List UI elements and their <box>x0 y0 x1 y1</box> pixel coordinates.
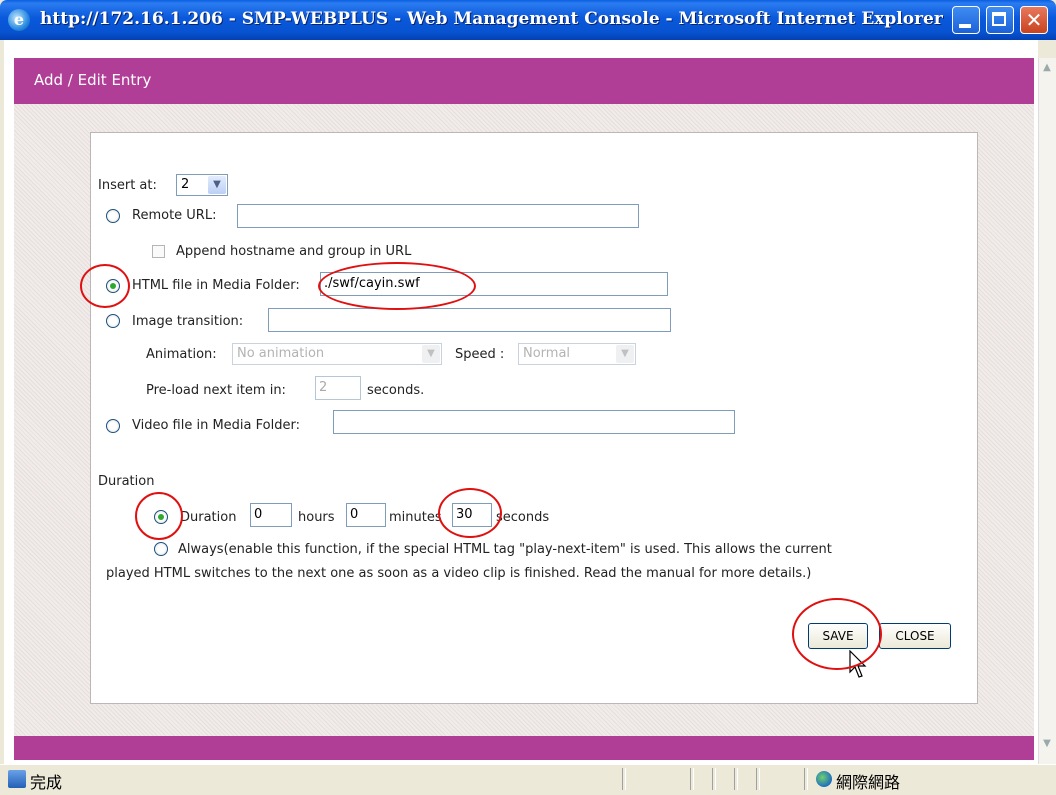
chevron-down-icon: ▼ <box>208 176 226 194</box>
status-separator <box>756 768 760 790</box>
preload-label: Pre-load next item in: <box>146 383 286 398</box>
image-transition-label: Image transition: <box>132 314 244 329</box>
window-title: http://172.16.1.206 - SMP-WEBPLUS - Web … <box>40 9 943 29</box>
insert-at-label: Insert at: <box>98 178 157 193</box>
minimize-button[interactable] <box>952 6 980 34</box>
status-text: 完成 <box>30 773 63 792</box>
video-file-radio[interactable] <box>106 419 120 433</box>
dialog-title: Add / Edit Entry <box>34 71 152 89</box>
preload-unit-label: seconds. <box>367 383 425 398</box>
scroll-down-arrow-icon[interactable]: ▼ <box>1040 738 1054 752</box>
insert-at-select[interactable]: 2 ▼ <box>176 174 228 196</box>
seconds-label: seconds <box>496 510 550 525</box>
duration-section-label: Duration <box>98 474 155 489</box>
minimize-icon <box>959 24 971 28</box>
status-separator <box>712 768 716 790</box>
preload-input[interactable]: 2 <box>315 376 361 400</box>
page-done-icon <box>8 770 26 788</box>
dialog-footer <box>14 736 1034 760</box>
speed-select[interactable]: Normal ▼ <box>518 343 636 365</box>
insert-at-value: 2 <box>181 177 190 192</box>
append-hostname-label: Append hostname and group in URL <box>176 244 412 259</box>
annotation-circle-save <box>792 598 882 670</box>
image-transition-radio[interactable] <box>106 314 120 328</box>
image-transition-input[interactable] <box>268 308 671 332</box>
internet-zone-icon <box>816 771 832 787</box>
speed-label: Speed : <box>455 347 505 362</box>
dialog-header <box>14 58 1034 104</box>
speed-value: Normal <box>523 346 571 361</box>
close-button[interactable]: CLOSE <box>879 623 951 649</box>
animation-label: Animation: <box>146 347 217 362</box>
scroll-up-arrow-icon[interactable]: ▲ <box>1040 62 1054 76</box>
status-separator <box>690 768 694 790</box>
video-file-input[interactable] <box>333 410 735 434</box>
animation-value: No animation <box>237 346 325 361</box>
annotation-circle-html-file <box>318 262 476 310</box>
status-separator <box>622 768 626 790</box>
always-label-line1: Always(enable this function, if the spec… <box>178 542 832 557</box>
always-label-line2: played HTML switches to the next one as … <box>106 566 812 581</box>
hours-input[interactable]: 0 <box>250 503 292 527</box>
annotation-circle-html-radio <box>80 264 130 308</box>
chevron-down-icon: ▼ <box>616 345 634 363</box>
video-file-label: Video file in Media Folder: <box>132 418 300 433</box>
status-separator <box>734 768 738 790</box>
maximize-button[interactable] <box>986 6 1014 34</box>
animation-select[interactable]: No animation ▼ <box>232 343 442 365</box>
ie-icon: e <box>8 9 30 31</box>
zone-text: 網際網路 <box>836 773 901 792</box>
always-radio[interactable] <box>154 542 168 556</box>
remote-url-label: Remote URL: <box>132 208 217 223</box>
close-window-button[interactable]: ✕ <box>1020 6 1048 34</box>
chevron-down-icon: ▼ <box>422 345 440 363</box>
close-icon: ✕ <box>1025 8 1043 32</box>
append-hostname-checkbox[interactable] <box>152 245 165 258</box>
maximize-icon <box>992 12 1006 26</box>
status-separator <box>804 768 808 790</box>
annotation-circle-duration-radio <box>135 492 183 540</box>
remote-url-input[interactable] <box>237 204 639 228</box>
annotation-circle-seconds <box>438 488 502 538</box>
remote-url-radio[interactable] <box>106 209 120 223</box>
vertical-scrollbar[interactable] <box>1038 58 1056 764</box>
hours-label: hours <box>298 510 335 525</box>
minutes-label: minutes <box>389 510 442 525</box>
duration-option-label: Duration <box>180 510 237 525</box>
html-file-label: HTML file in Media Folder: <box>132 278 300 293</box>
minutes-input[interactable]: 0 <box>346 503 386 527</box>
